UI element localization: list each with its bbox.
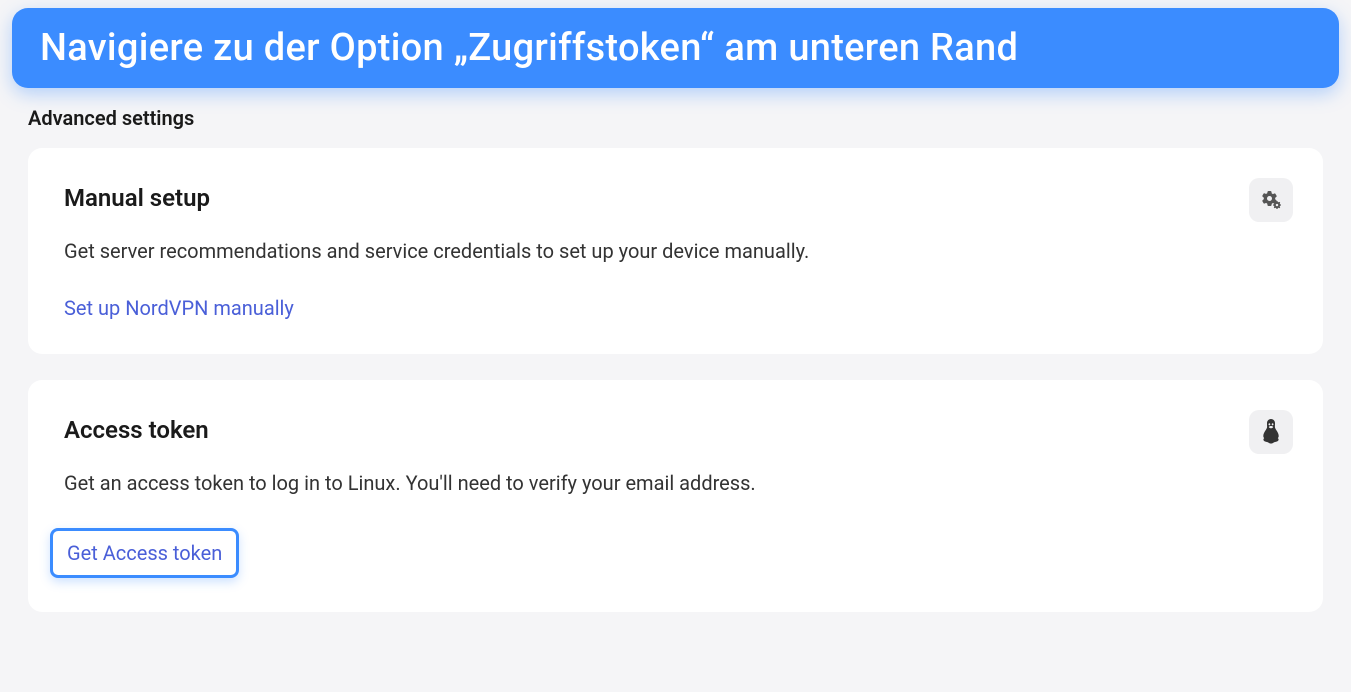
gears-icon	[1249, 178, 1293, 222]
cards-container: Manual setup Get server recommendations …	[0, 148, 1351, 612]
get-access-token-link[interactable]: Get Access token	[50, 528, 239, 578]
instruction-banner: Navigiere zu der Option „Zugriffstoken“ …	[12, 8, 1339, 88]
manual-setup-description: Get server recommendations and service c…	[64, 236, 1287, 266]
setup-nordvpn-manually-link[interactable]: Set up NordVPN manually	[64, 296, 294, 320]
manual-setup-title: Manual setup	[64, 184, 1287, 212]
access-token-card: Access token Get an access token to log …	[28, 380, 1323, 612]
linux-icon	[1249, 410, 1293, 454]
access-token-title: Access token	[64, 416, 1287, 444]
section-heading: Advanced settings	[28, 106, 1351, 130]
manual-setup-card: Manual setup Get server recommendations …	[28, 148, 1323, 354]
instruction-text: Navigiere zu der Option „Zugriffstoken“ …	[40, 26, 1018, 70]
access-token-description: Get an access token to log in to Linux. …	[64, 468, 1287, 498]
